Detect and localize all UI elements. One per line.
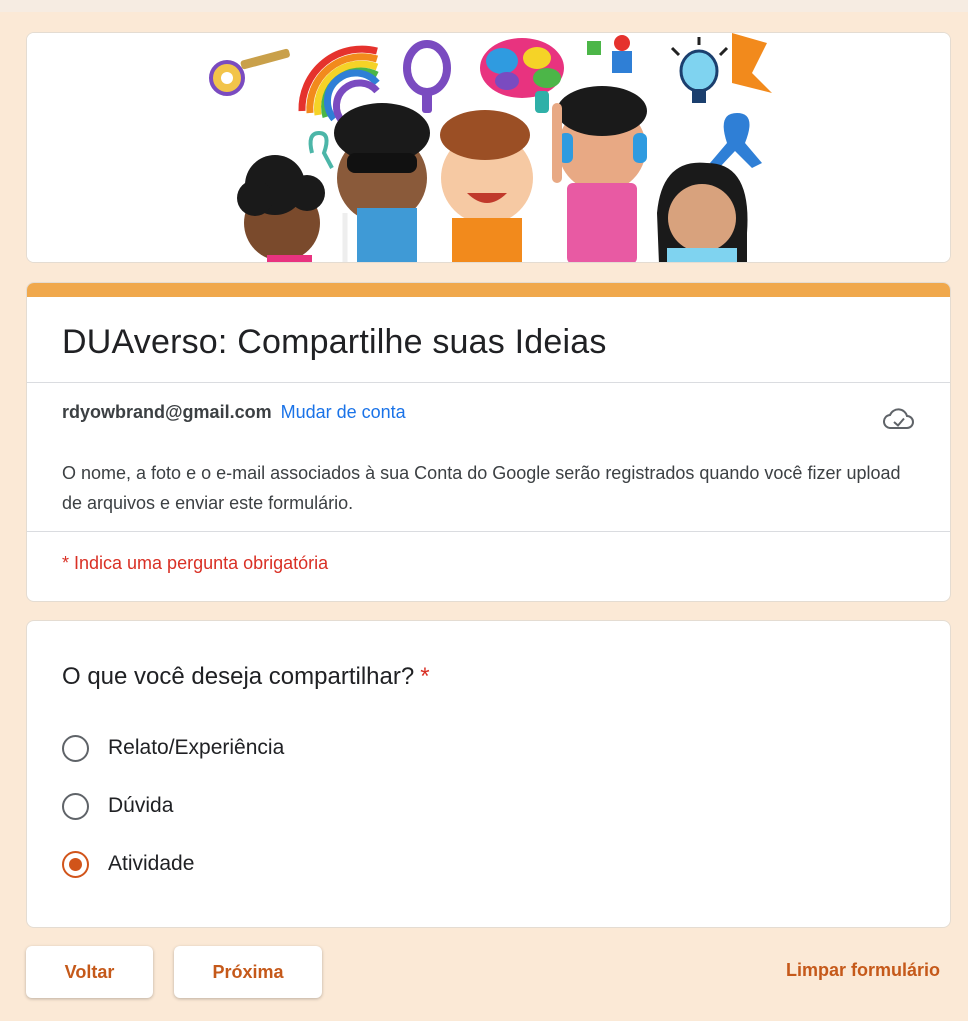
switch-account-link[interactable]: Mudar de conta xyxy=(281,402,406,422)
header-banner xyxy=(26,32,951,263)
divider xyxy=(27,531,950,532)
radio-button[interactable] xyxy=(62,792,89,820)
accent-bar xyxy=(27,283,950,297)
privacy-notice: O nome, a foto e o e-mail associados à s… xyxy=(62,463,901,513)
radio-option-atividade[interactable]: Atividade xyxy=(62,849,194,879)
required-note: * Indica uma pergunta obrigatória xyxy=(62,553,329,573)
back-button[interactable]: Voltar xyxy=(26,946,153,998)
divider xyxy=(27,382,950,383)
account-row: rdyowbrand@gmail.com Mudar de conta xyxy=(62,402,406,423)
option-label: Relato/Experiência xyxy=(108,736,285,759)
option-label: Atividade xyxy=(108,852,195,875)
form-title: DUAverso: Compartilhe suas Ideias xyxy=(62,323,607,361)
question-card: O que você deseja compartilhar? * Relato/… xyxy=(26,620,951,928)
question-title: O que você deseja compartilhar? * xyxy=(62,663,430,691)
radio-option-relato[interactable]: Relato/Experiência xyxy=(62,733,284,763)
radio-dot xyxy=(69,857,82,871)
cloud-saved-icon xyxy=(883,408,914,429)
question-text: O que você deseja compartilhar? xyxy=(62,663,415,690)
clear-form-link[interactable]: Limpar formulário xyxy=(786,960,940,981)
next-button[interactable]: Próxima xyxy=(174,946,322,998)
banner-illustration xyxy=(27,33,950,262)
radio-button-selected[interactable] xyxy=(62,850,89,878)
radio-option-duvida[interactable]: Dúvida xyxy=(62,791,173,821)
option-label: Dúvida xyxy=(108,794,174,817)
required-star: * xyxy=(420,663,430,690)
form-page: DUAverso: Compartilhe suas Ideias rdyowb… xyxy=(0,0,968,1021)
top-strip xyxy=(0,0,968,12)
radio-button[interactable] xyxy=(62,734,89,762)
account-email: rdyowbrand@gmail.com xyxy=(62,402,272,422)
form-header-card: DUAverso: Compartilhe suas Ideias rdyowb… xyxy=(26,282,951,602)
